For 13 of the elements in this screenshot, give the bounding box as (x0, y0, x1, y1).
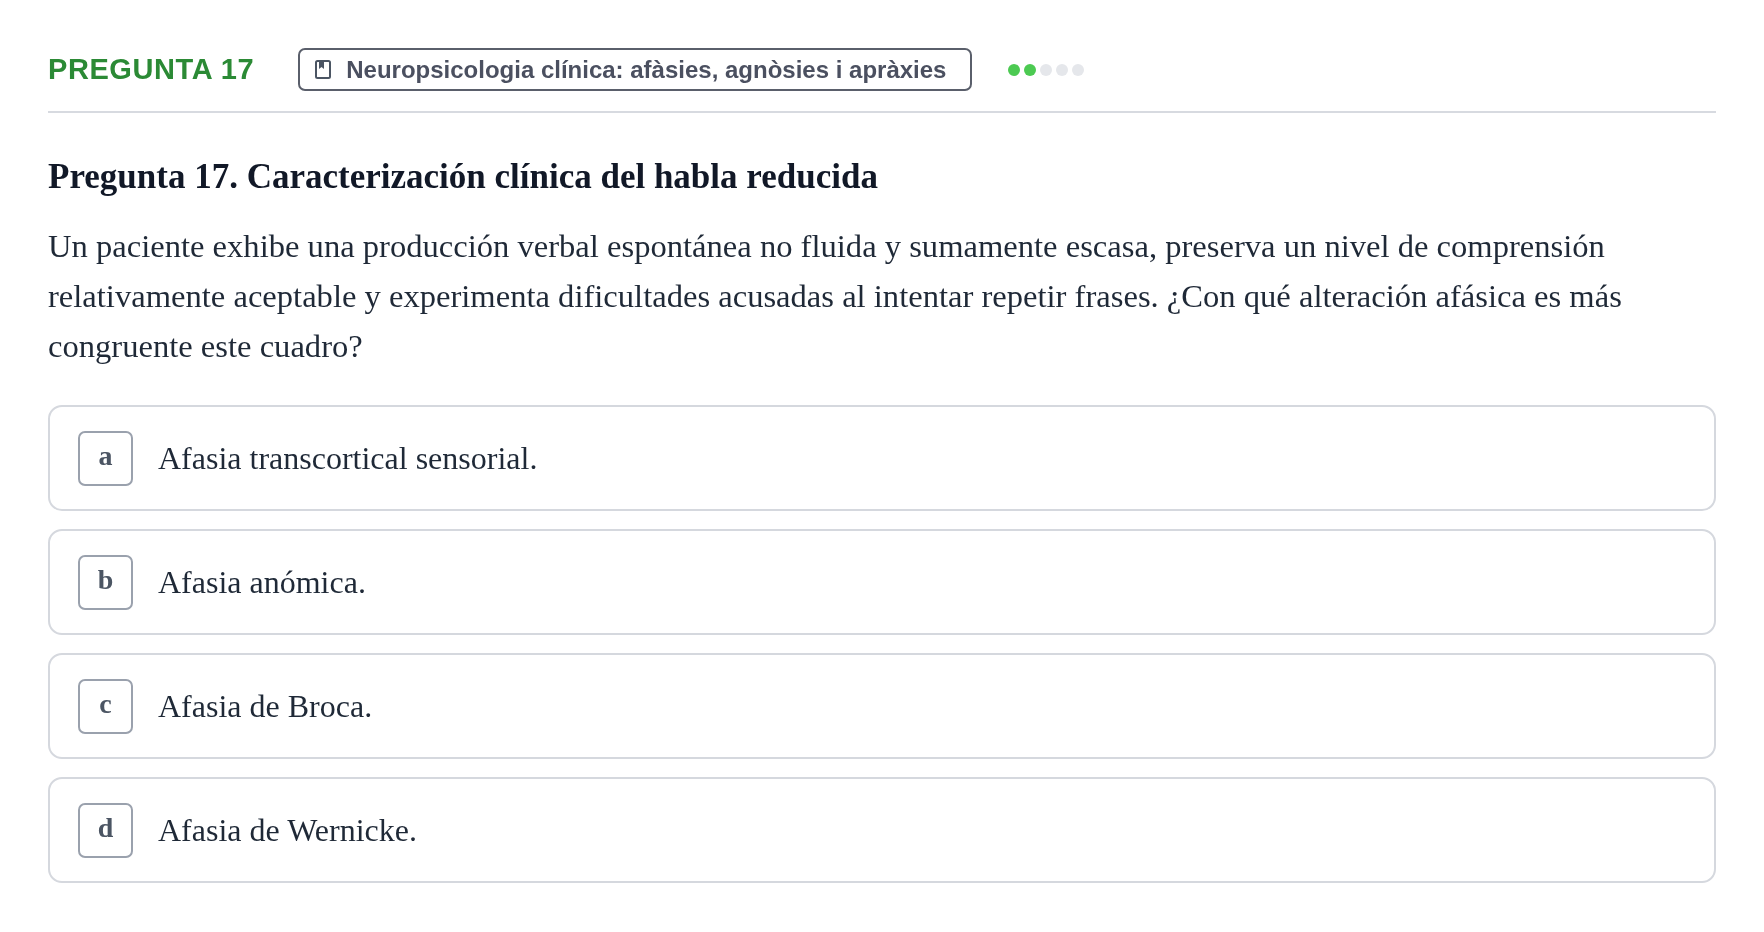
option-letter: a (78, 430, 133, 486)
option-letter: d (78, 802, 133, 858)
answer-option[interactable]: a Afasia transcortical sensorial. (48, 405, 1716, 511)
option-letter: b (78, 554, 133, 610)
question-number: PREGUNTA 17 (48, 55, 255, 84)
answer-option[interactable]: c Afasia de Broca. (48, 653, 1716, 759)
answer-option[interactable]: d Afasia de Wernicke. (48, 777, 1716, 883)
topic-label: Neuropsicologia clínica: afàsies, agnòsies i apràxies (346, 57, 947, 82)
answer-option[interactable]: b Afasia anómica. (48, 529, 1716, 635)
question-text: Un paciente exhibe una producción verbal espontánea no fluida y sumamente escasa, preserva un nivel de comprensión relativamente aceptable y experimenta dificultades acusadas al intentar repetir frases. ¿Con qué alteración afásica es más congruente este cuadro? (48, 227, 1623, 366)
question-title: Pregunta 17. Caracterización clínica del habla reducida (48, 156, 879, 198)
bookmark-icon (315, 60, 332, 79)
option-letter: c (78, 678, 133, 734)
